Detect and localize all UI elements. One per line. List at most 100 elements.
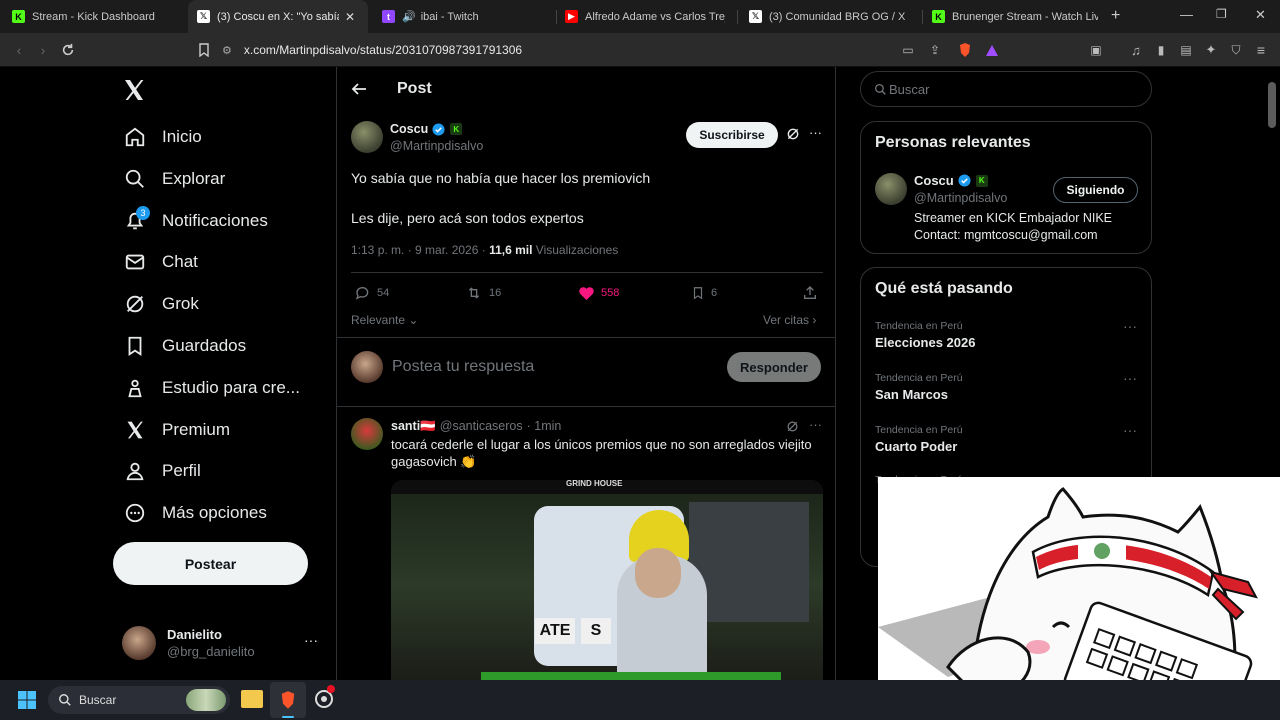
repost-button[interactable]: 16 [465,285,501,301]
sort-dropdown[interactable]: Relevante ⌄ [351,313,418,327]
menu-icon[interactable]: ≡ [1250,40,1272,60]
responder-button[interactable]: Responder [727,352,821,382]
sidebar-item-label: Estudio para cre... [162,378,300,397]
reply-icon [355,287,369,300]
views-label: Visualizaciones [532,243,619,257]
post-text-line: Yo sabía que no había que hacer los prem… [351,170,651,186]
like-button[interactable]: 558 [578,285,619,301]
person-icon [122,458,148,484]
sidebar-item-grok[interactable]: Grok [122,286,199,322]
reply-media-image[interactable]: GRIND HOUSE ATE S [391,480,823,680]
tab-close-icon[interactable]: ✕ [345,10,355,24]
reader-icon[interactable]: ▣ [1085,40,1107,60]
leo-ai-icon[interactable]: ✦ [1200,40,1222,60]
sidebar-item-guardados[interactable]: Guardados [122,328,246,364]
back-icon[interactable]: ‹ [8,40,30,60]
trend-item[interactable]: Tendencia en Perú Elecciones 2026 ··· [861,314,1151,362]
browser-tab-bar: K Stream - Kick Dashboard 𝕏 (3) Coscu en… [0,0,1280,33]
person-bio: Streamer en KICK Embajador NIKE [914,211,1112,225]
post-author[interactable]: Coscu K [390,122,463,136]
trend-item[interactable]: Tendencia en Perú Cuarto Poder ··· [861,418,1151,466]
speaker-icon: 🔊 [402,11,416,23]
sidebar-item-label: Perfil [162,461,201,480]
brave-rewards-icon[interactable] [981,40,1003,60]
new-tab-icon[interactable]: + [1111,7,1120,25]
address-bar[interactable]: ⚙ x.com/Martinpdisalvo/status/2031070987… [222,38,1012,62]
tab-separator [737,10,738,24]
tab-kick-dashboard[interactable]: K Stream - Kick Dashboard [12,0,182,33]
kick-icon: K [450,123,463,135]
taskbar-brave-active[interactable] [270,682,306,718]
cast-icon[interactable]: ▭ [897,40,919,60]
like-count: 558 [601,287,620,299]
more-icon[interactable]: ··· [809,417,822,432]
quotes-link[interactable]: Ver citas › [763,313,816,327]
sidebar-item-inicio[interactable]: Inicio [122,119,202,155]
search-icon [59,694,71,706]
more-icon[interactable]: ··· [1123,318,1137,334]
sidebar-item-perfil[interactable]: Perfil [122,453,201,489]
following-button[interactable]: Siguiendo [1053,177,1138,203]
postear-button[interactable]: Postear [113,542,308,585]
more-icon[interactable]: ··· [1123,422,1137,438]
back-arrow-icon[interactable] [351,81,367,102]
avatar[interactable] [351,121,383,153]
tab-brunenger[interactable]: K Brunenger Stream - Watch Live [932,0,1098,33]
minimize-icon[interactable]: — [1180,7,1193,22]
account-switcher[interactable]: Danielito @brg_danielito ··· [122,626,322,662]
music-icon[interactable]: ♫ [1125,40,1147,60]
sidebar-item-label: Guardados [162,336,247,355]
sidebar-item-premium[interactable]: Premium [122,412,230,448]
quotes-label: Ver citas [763,313,810,327]
mail-icon [122,249,148,275]
taskbar-search-label: Buscar [79,693,117,707]
avatar[interactable] [351,418,383,450]
heart-icon [579,287,594,301]
tab-alfredo-adame[interactable]: ▶ Alfredo Adame vs Carlos Trejo | [565,0,725,33]
tab-comunidad-brg[interactable]: 𝕏 (3) Comunidad BRG OG / X [749,0,919,33]
bookmark-page-icon[interactable] [193,40,215,60]
vpn-icon[interactable]: ⛉ [1225,40,1247,60]
obs-icon[interactable] [314,685,335,714]
trend-item[interactable]: Tendencia en Perú San Marcos ··· [861,366,1151,414]
forward-icon[interactable]: › [32,40,54,60]
share-icon[interactable]: ⇪ [924,40,946,60]
sidebar-item-chat[interactable]: Chat [122,244,198,280]
reply-button[interactable]: 54 [355,285,389,301]
sidebar-item-mas-opciones[interactable]: Más opciones [122,495,267,531]
scrollbar-thumb[interactable] [1268,82,1276,128]
reply-author[interactable]: santi🇦🇹 @santicaseros · 1min [391,419,561,434]
reply-time: · 1min [526,419,562,433]
sidebar-toggle-icon[interactable]: ▮ [1150,40,1172,60]
windows-start-icon[interactable] [18,691,36,714]
close-window-icon[interactable]: ✕ [1255,7,1266,23]
bookmark-button[interactable]: 6 [691,285,717,301]
file-explorer-icon[interactable] [241,690,263,708]
taskbar-search[interactable]: Buscar [48,686,230,714]
subscribe-button[interactable]: Suscribirse [686,122,778,148]
search-highlight-icon [186,689,226,711]
reload-icon[interactable] [57,40,79,60]
wallet-icon[interactable]: ▤ [1175,40,1197,60]
grok-icon[interactable] [786,127,800,146]
verified-badge-icon [432,122,445,136]
sidebar-item-explorar[interactable]: Explorar [122,161,225,197]
brave-shield-icon[interactable] [954,40,976,60]
person-name[interactable]: Coscu K [914,173,988,188]
avatar[interactable] [875,173,907,205]
tab-ibai-twitch[interactable]: t 🔊 ibai - Twitch [382,0,552,33]
site-info-icon[interactable]: ⚙ [222,44,232,57]
x-logo-icon[interactable] [122,78,146,107]
more-icon[interactable]: ··· [1123,370,1137,386]
sidebar-item-notificaciones[interactable]: 3 Notificaciones [122,203,268,239]
sidebar-item-estudio[interactable]: Estudio para cre... [122,370,300,406]
search-input[interactable]: Buscar [889,82,929,97]
search-box[interactable]: Buscar [860,71,1152,107]
restore-icon[interactable]: ❐ [1216,7,1227,21]
share-button[interactable] [802,285,824,301]
more-icon[interactable]: ··· [809,125,822,140]
tab-coscu-x[interactable]: 𝕏 (3) Coscu en X: "Yo sabía qu ✕ [188,0,368,33]
chevron-right-icon: › [809,313,817,327]
reply-input[interactable]: Postea tu respuesta [392,358,534,376]
post-timestamp: 1:13 p. m. · 9 mar. 2026 · [351,243,490,257]
